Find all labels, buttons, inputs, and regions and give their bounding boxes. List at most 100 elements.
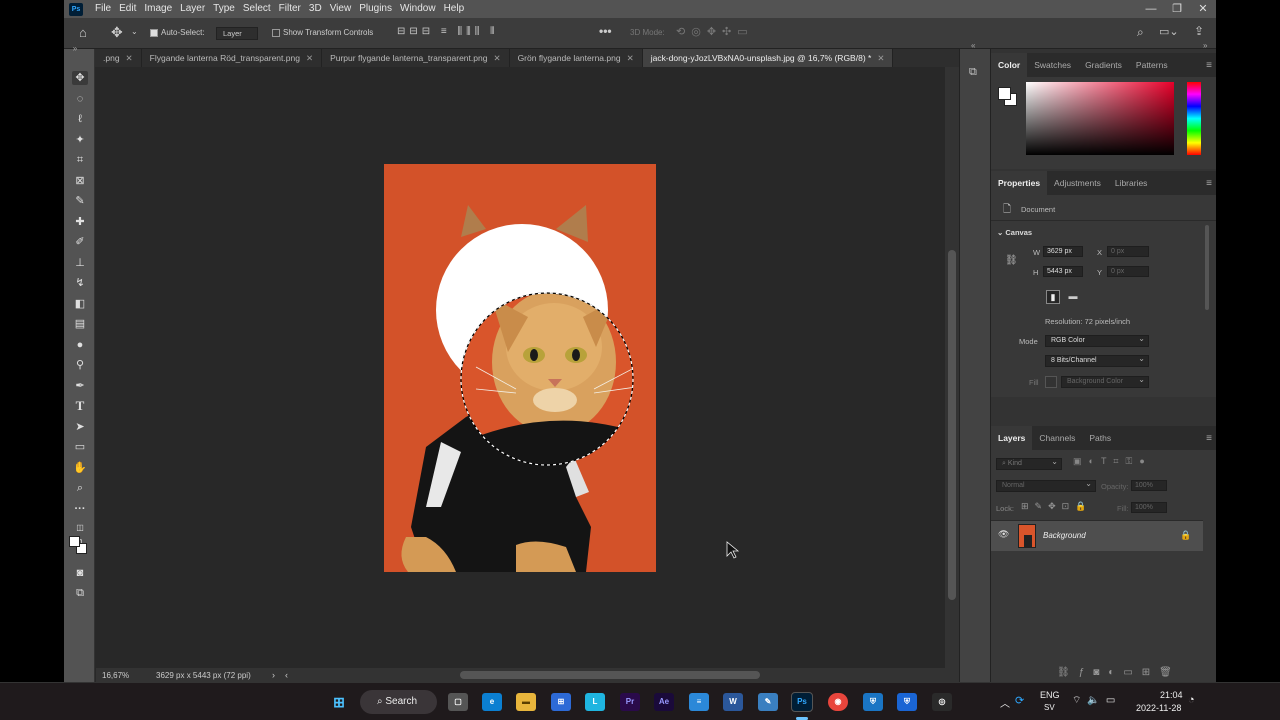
- y-field[interactable]: 0 px: [1107, 266, 1149, 277]
- lock-icons[interactable]: ⊞✎✥⊡🔒: [1021, 501, 1092, 512]
- close-icon[interactable]: ✕: [493, 53, 500, 63]
- dodge-tool-icon[interactable]: ⚲: [72, 358, 88, 372]
- defender-icon[interactable]: ⛨: [897, 693, 917, 711]
- layer-name[interactable]: Background: [1043, 531, 1086, 540]
- width-field[interactable]: 3629 px: [1043, 246, 1083, 257]
- type-tool-icon[interactable]: T: [72, 399, 88, 413]
- close-icon[interactable]: ✕: [306, 53, 313, 63]
- windows-start-icon[interactable]: ⊞: [329, 693, 349, 711]
- app-l-icon[interactable]: L: [585, 693, 605, 711]
- frame-tool-icon[interactable]: ⊠: [72, 174, 88, 188]
- home-icon[interactable]: ⌂: [79, 25, 87, 40]
- show-transform-checkbox[interactable]: Show Transform Controls: [272, 28, 373, 37]
- tab-patterns[interactable]: Patterns: [1129, 53, 1175, 77]
- search-icon[interactable]: ⌕: [1137, 25, 1144, 40]
- document-canvas[interactable]: [96, 67, 945, 668]
- screen-mode-icon[interactable]: ⧉: [72, 586, 88, 600]
- link-icon[interactable]: ⛓: [1005, 255, 1018, 266]
- zoom-tool-icon[interactable]: ⌕: [72, 481, 88, 495]
- menu-edit[interactable]: Edit: [115, 0, 140, 18]
- file-explorer-icon[interactable]: ▬: [516, 693, 536, 711]
- menu-select[interactable]: Select: [239, 0, 275, 18]
- panel-menu-icon[interactable]: ≡: [1206, 178, 1212, 189]
- photoshop-app-icon[interactable]: Ps: [69, 2, 83, 16]
- panel-menu-icon[interactable]: ≡: [1206, 433, 1212, 444]
- canvas-area[interactable]: [96, 67, 945, 668]
- after-effects-icon[interactable]: Ae: [654, 693, 674, 711]
- layer-action-icons[interactable]: ⛓ƒ◙◐▭⊞🗑: [1057, 667, 1181, 678]
- move-tool-icon[interactable]: ✥: [72, 71, 88, 85]
- portrait-orientation-icon[interactable]: ▮: [1046, 290, 1060, 304]
- hand-tool-icon[interactable]: ✋: [72, 461, 88, 475]
- tray-chevron-icon[interactable]: ︿: [1000, 695, 1010, 710]
- language-indicator[interactable]: ENG: [1040, 690, 1060, 700]
- landscape-orientation-icon[interactable]: ▬: [1066, 290, 1080, 304]
- healing-brush-icon[interactable]: ✚: [72, 215, 88, 229]
- eyedropper-icon[interactable]: ✎: [72, 194, 88, 208]
- lasso-tool-icon[interactable]: ℓ: [72, 112, 88, 126]
- taskbar-search[interactable]: ⌕ Search: [360, 690, 437, 714]
- color-picker-field[interactable]: [1026, 82, 1174, 155]
- opacity-field[interactable]: 100%: [1131, 480, 1167, 491]
- notification-icon[interactable]: ◔: [1188, 694, 1195, 706]
- canvas-section-header[interactable]: ⌄ Canvas: [997, 228, 1032, 237]
- tab-document-1[interactable]: .png ✕: [95, 49, 142, 67]
- tab-channels[interactable]: Channels: [1032, 426, 1082, 450]
- collapse-icon[interactable]: »: [1203, 41, 1207, 50]
- quick-mask-icon[interactable]: ◙: [72, 566, 88, 580]
- minimize-icon[interactable]: —: [1138, 0, 1164, 18]
- app-controller-icon[interactable]: ◎: [932, 693, 952, 711]
- close-icon[interactable]: ✕: [877, 53, 884, 63]
- x-field[interactable]: 0 px: [1107, 246, 1149, 257]
- menu-plugins[interactable]: Plugins: [355, 0, 396, 18]
- tab-swatches[interactable]: Swatches: [1027, 53, 1078, 77]
- notepad-icon[interactable]: ≡: [689, 693, 709, 711]
- foreground-color-swatch[interactable]: [998, 87, 1011, 100]
- tab-gradients[interactable]: Gradients: [1078, 53, 1129, 77]
- menu-filter[interactable]: Filter: [275, 0, 305, 18]
- lock-icon[interactable]: 🔒: [1180, 530, 1191, 541]
- status-menu-icon[interactable]: ›: [272, 670, 275, 680]
- tab-document-4[interactable]: Grön flygande lanterna.png ✕: [509, 49, 643, 67]
- menu-file[interactable]: File: [91, 0, 115, 18]
- fill-opacity-field[interactable]: 100%: [1131, 502, 1167, 513]
- menu-3d[interactable]: 3D: [305, 0, 326, 18]
- layer-row-background[interactable]: 👁 Background 🔒: [991, 521, 1203, 551]
- premiere-pro-icon[interactable]: Pr: [620, 693, 640, 711]
- default-colors-icon[interactable]: ◫ ↰: [72, 521, 88, 546]
- gradient-tool-icon[interactable]: ▤: [72, 317, 88, 331]
- history-panel-icon[interactable]: ⧉: [969, 66, 977, 79]
- share-icon[interactable]: ⇪: [1194, 24, 1204, 38]
- edge-browser-icon[interactable]: e: [482, 693, 502, 711]
- tab-document-active[interactable]: jack-dong-yJozLVBxNA0-unsplash.jpg @ 16,…: [642, 49, 894, 67]
- menu-type[interactable]: Type: [209, 0, 239, 18]
- menu-help[interactable]: Help: [440, 0, 469, 18]
- mode-dropdown[interactable]: RGB Color: [1045, 334, 1149, 347]
- menu-image[interactable]: Image: [140, 0, 176, 18]
- hue-slider[interactable]: [1187, 82, 1201, 155]
- security-shield-icon[interactable]: ⛨: [863, 693, 883, 711]
- restore-icon[interactable]: ❐: [1164, 0, 1190, 18]
- panel-menu-icon[interactable]: ≡: [1206, 60, 1212, 71]
- more-options-icon[interactable]: •••: [599, 24, 612, 38]
- height-field[interactable]: 5443 px: [1043, 266, 1083, 277]
- scroll-left-icon[interactable]: ‹: [285, 670, 288, 680]
- tab-document-2[interactable]: Flygande lanterna Röd_transparent.png ✕: [141, 49, 323, 67]
- layer-filter-icons[interactable]: ▣◐T⌗⚿●: [1073, 456, 1152, 467]
- chrome-icon[interactable]: ◉: [828, 693, 848, 711]
- fill-swatch[interactable]: [1045, 376, 1057, 388]
- layer-filter-dropdown[interactable]: ⌕ Kind: [996, 457, 1062, 470]
- blur-tool-icon[interactable]: ●: [72, 338, 88, 352]
- collapse-icon[interactable]: »: [67, 42, 83, 56]
- stamp-tool-icon[interactable]: ⊥: [72, 256, 88, 270]
- clock-time[interactable]: 21:04: [1160, 690, 1183, 700]
- close-icon[interactable]: ✕: [627, 53, 634, 63]
- crop-tool-icon[interactable]: ⌗: [72, 153, 88, 167]
- eraser-tool-icon[interactable]: ◧: [72, 297, 88, 311]
- paint-icon[interactable]: ✎: [758, 693, 778, 711]
- bit-depth-dropdown[interactable]: 8 Bits/Channel: [1045, 354, 1149, 367]
- rectangle-tool-icon[interactable]: ▭: [72, 440, 88, 454]
- tab-paths[interactable]: Paths: [1082, 426, 1118, 450]
- eye-icon[interactable]: 👁: [998, 529, 1009, 540]
- tab-layers[interactable]: Layers: [991, 426, 1033, 450]
